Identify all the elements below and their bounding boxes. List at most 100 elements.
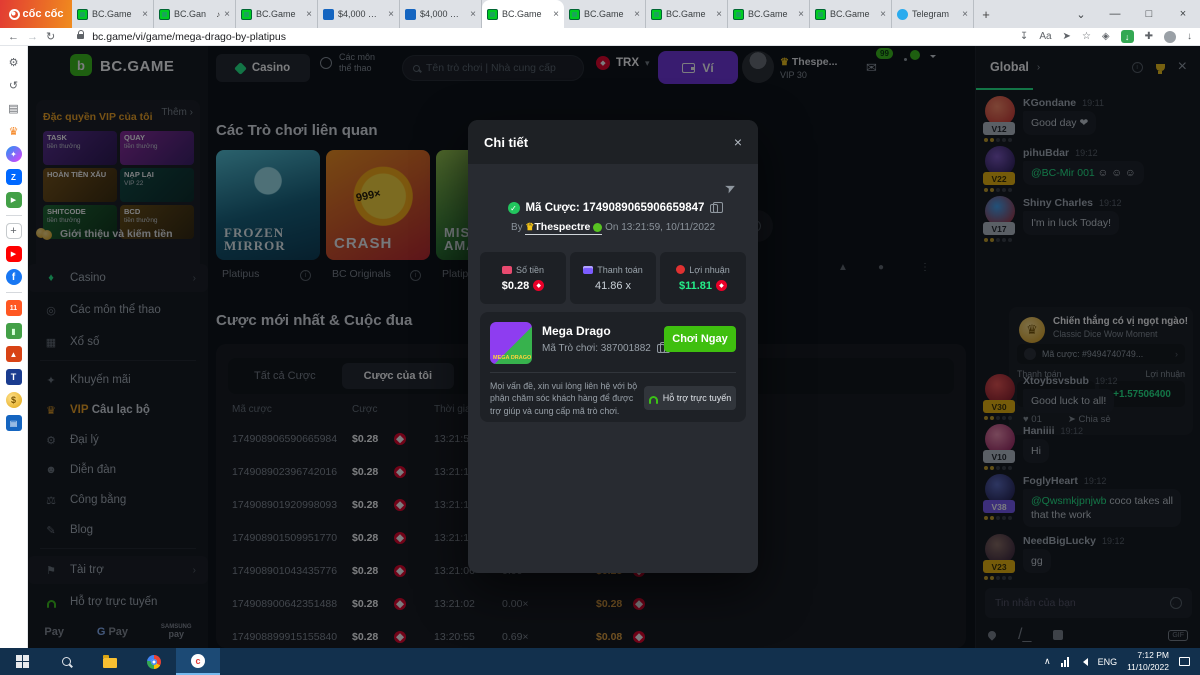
trx-coin-icon: ◆	[533, 280, 544, 291]
browser-tab[interactable]: Telegram ×	[892, 0, 974, 28]
game-id-row: Mã Trò chơi: 387001882	[542, 343, 665, 354]
frog-icon	[593, 223, 602, 232]
maximize-button[interactable]: □	[1132, 8, 1166, 20]
save-page-icon[interactable]: ↧	[1020, 31, 1028, 42]
tab-close-icon[interactable]: ×	[224, 9, 230, 20]
add-icon[interactable]: +	[6, 223, 22, 239]
forward-icon[interactable]: →	[27, 31, 38, 43]
tab-close-icon[interactable]: ×	[388, 9, 394, 20]
tab-title: BC.Gan	[174, 9, 212, 19]
bet-author-link[interactable]: ♛Thespectre	[525, 221, 602, 235]
browser-tab[interactable]: $4,000 Top ×	[400, 0, 482, 28]
browser-tab[interactable]: BC.Game ×	[728, 0, 810, 28]
tab-favicon-icon	[159, 9, 170, 20]
settings-icon[interactable]: ⚙	[6, 54, 22, 70]
tab-favicon-icon	[569, 9, 580, 20]
show-hidden-icons[interactable]: ∧	[1044, 656, 1051, 667]
browser-tab[interactable]: BC.Gan ♪ ×	[154, 0, 236, 28]
download-manager-icon[interactable]: ↓	[1121, 30, 1134, 43]
tab-title: BC.Game	[256, 9, 298, 19]
tab-favicon-icon	[651, 9, 662, 20]
education-icon[interactable]: ▲	[6, 346, 22, 362]
divider	[490, 372, 736, 373]
tab-close-icon[interactable]: ×	[962, 9, 968, 20]
start-button[interactable]	[0, 648, 44, 675]
newsfeed-icon[interactable]: ▤	[6, 100, 22, 116]
stat-amount: Số tiền $0.28◆	[480, 252, 566, 304]
game-thumbnail[interactable]: MEGA DRAGO	[490, 322, 532, 364]
verified-check-icon: ✓	[508, 202, 520, 214]
tab-close-icon[interactable]: ×	[470, 9, 476, 20]
tab-close-icon[interactable]: ×	[716, 9, 722, 20]
tabs-strip: BC.Game × BC.Gan ♪ × BC.Game ×	[72, 0, 974, 28]
tab-close-icon[interactable]: ×	[634, 9, 640, 20]
url-bar: ← → ↻ bc.game/vi/game/mega-drago-by-plat…	[0, 28, 1200, 46]
network-icon[interactable]	[1061, 657, 1069, 667]
tab-close-icon[interactable]: ×	[798, 9, 804, 20]
shield-icon[interactable]: ◈	[1102, 31, 1110, 42]
lock-icon[interactable]	[77, 34, 84, 39]
browser-tab[interactable]: BC.Game ×	[482, 0, 564, 28]
document-icon[interactable]: ▤	[6, 415, 22, 431]
live-support-button[interactable]: Hỗ trợ trực tuyến	[644, 386, 736, 410]
minimize-button[interactable]: —	[1098, 8, 1132, 20]
facebook-icon[interactable]: f	[6, 269, 22, 285]
coccoc-taskbar-icon[interactable]: c	[176, 648, 220, 675]
money-icon	[502, 266, 512, 274]
browser-tab[interactable]: BC.Game ×	[72, 0, 154, 28]
tab-close-icon[interactable]: ×	[880, 9, 886, 20]
chrome-icon[interactable]	[132, 648, 176, 675]
divider[interactable]	[6, 215, 22, 216]
back-icon[interactable]: ←	[8, 31, 19, 43]
zalo-icon[interactable]: Z	[6, 169, 22, 185]
coin-icon[interactable]: $	[6, 392, 22, 408]
browser-tab[interactable]: BC.Game ×	[564, 0, 646, 28]
close-button[interactable]: ×	[1166, 8, 1200, 20]
address-input[interactable]: bc.game/vi/game/mega-drago-by-platipus	[92, 31, 286, 43]
games-icon[interactable]: ▶	[6, 192, 22, 208]
downloads-icon[interactable]: ↓	[1187, 31, 1192, 42]
share-icon[interactable]: ➤	[722, 178, 739, 197]
tiki-icon[interactable]: T	[6, 369, 22, 385]
volume-icon[interactable]	[1079, 658, 1088, 666]
browser-tab[interactable]: BC.Game ×	[810, 0, 892, 28]
taskbar-clock[interactable]: 7:12 PM11/10/2022	[1127, 650, 1169, 672]
tab-favicon-icon	[487, 9, 498, 20]
tab-title: BC.Game	[666, 9, 708, 19]
extensions-icon[interactable]: ✚	[1145, 31, 1153, 42]
sale-11-11-icon[interactable]: 11	[6, 300, 22, 316]
new-tab-button[interactable]: +	[974, 0, 998, 28]
language-indicator[interactable]: ENG	[1098, 657, 1118, 667]
browser-tab[interactable]: BC.Game ×	[236, 0, 318, 28]
bookmark-star-icon[interactable]: ☆	[1082, 31, 1091, 42]
modal-close-icon[interactable]: ×	[734, 134, 742, 150]
browser-tab[interactable]: $4,000 Top ×	[318, 0, 400, 28]
taskbar-search-icon[interactable]	[44, 648, 88, 675]
reload-icon[interactable]: ↻	[46, 30, 55, 43]
bet-stats: Số tiền $0.28◆ Thanh toán 41.86 x Lợi nh…	[480, 252, 746, 304]
messenger-icon[interactable]: ✦	[6, 146, 22, 162]
translate-icon[interactable]: Aa	[1039, 31, 1051, 42]
file-explorer-icon[interactable]	[88, 648, 132, 675]
action-center-icon[interactable]	[1179, 657, 1190, 666]
play-now-button[interactable]: Chơi Ngay	[664, 326, 736, 352]
youtube-icon[interactable]: ▶	[6, 246, 22, 262]
history-icon[interactable]: ↺	[6, 77, 22, 93]
battery-saver-icon[interactable]: ▮	[6, 323, 22, 339]
tab-title: BC.Game	[748, 9, 790, 19]
tab-search-icon[interactable]: ⌄	[1064, 8, 1098, 21]
coccoc-logo[interactable]: cốc cốc	[0, 0, 72, 28]
browser-tab[interactable]: BC.Game ×	[646, 0, 728, 28]
bet-datetime: On 13:21:59, 10/11/2022	[605, 222, 715, 233]
share-icon[interactable]: ➤	[1063, 31, 1071, 42]
copy-icon[interactable]	[710, 204, 718, 213]
divider[interactable]	[6, 292, 22, 293]
tab-close-icon[interactable]: ×	[553, 9, 559, 20]
browser-tabbar: cốc cốc BC.Game × BC.Gan ♪ ×	[0, 0, 1200, 28]
tab-close-icon[interactable]: ×	[142, 9, 148, 20]
brand-label: cốc cốc	[23, 8, 64, 20]
tab-close-icon[interactable]: ×	[306, 9, 312, 20]
support-note: Mọi vấn đề, xin vui lòng liên hệ với bộ …	[490, 380, 646, 417]
vip-crown-icon[interactable]: ♛	[6, 123, 22, 139]
profile-avatar-icon[interactable]	[1164, 31, 1176, 43]
